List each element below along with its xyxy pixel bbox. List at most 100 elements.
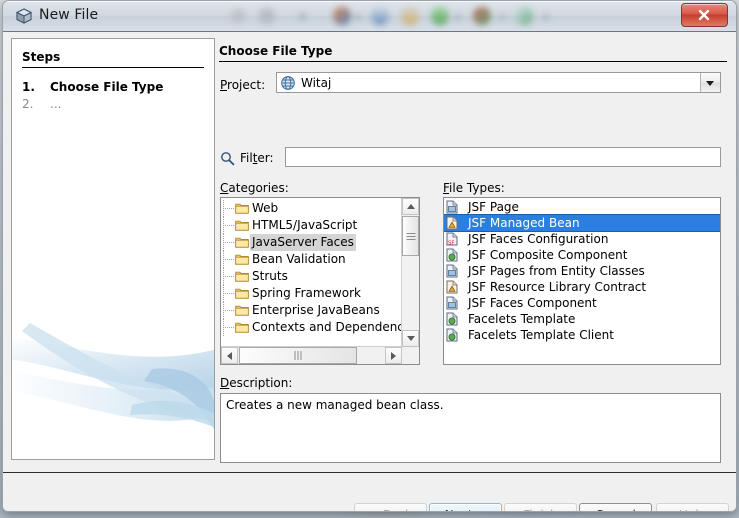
list-item-label: JSF Composite Component xyxy=(468,248,628,262)
list-item[interactable]: JSF JSF Faces Configuration xyxy=(444,231,720,247)
list-item[interactable]: Spring Framework xyxy=(221,285,402,302)
glass-blur-icon xyxy=(299,13,306,20)
scroll-right-button[interactable] xyxy=(385,347,402,364)
file-types-label: File Types: xyxy=(443,181,505,195)
project-value: Witaj xyxy=(301,76,332,90)
folder-icon xyxy=(235,321,249,338)
step-label: ... xyxy=(50,97,62,111)
next-button[interactable]: Next > xyxy=(429,503,502,511)
list-item-label: JSF Faces Configuration xyxy=(468,232,609,246)
list-item[interactable]: Bean Validation xyxy=(221,251,402,268)
tree-line xyxy=(223,310,235,311)
tree-line xyxy=(223,242,235,243)
step-number: 1. xyxy=(22,80,35,94)
list-item-label: Web xyxy=(252,201,279,215)
list-item[interactable]: JSF Composite Component xyxy=(444,247,720,263)
categories-list-items: Web HTML5/JavaScript JavaServer Faces Be… xyxy=(221,198,402,347)
list-item-label: Facelets Template Client xyxy=(468,328,614,342)
list-item[interactable]: Enterprise JavaBeans xyxy=(221,302,402,319)
close-icon xyxy=(698,9,710,21)
glass-blur-icon xyxy=(401,7,419,25)
list-item-label: Bean Validation xyxy=(252,252,346,266)
decorative-swoosh xyxy=(12,323,214,429)
chevron-left-icon xyxy=(227,352,232,360)
list-item-selected[interactable]: JSF Managed Bean xyxy=(444,214,720,232)
cube-icon xyxy=(15,7,33,25)
cancel-button-label: Cancel xyxy=(595,508,636,511)
scroll-down-button[interactable] xyxy=(402,330,419,347)
description-label: Description: xyxy=(220,376,293,390)
grip-icon xyxy=(294,349,302,363)
title-bar: New File xyxy=(3,1,736,32)
list-item-label: Facelets Template xyxy=(468,312,576,326)
grip-icon xyxy=(406,229,415,243)
chevron-up-icon xyxy=(407,204,415,209)
glass-blur-icon xyxy=(455,14,461,20)
categories-list[interactable]: Web HTML5/JavaScript JavaServer Faces Be… xyxy=(220,197,420,365)
list-item[interactable]: Contexts and Dependenc xyxy=(221,319,402,336)
tree-line xyxy=(223,208,235,209)
back-button-label: < Back xyxy=(369,508,412,511)
list-item-label: Enterprise JavaBeans xyxy=(252,303,380,317)
glass-blur-icon xyxy=(499,14,505,20)
project-label: Project: xyxy=(220,78,266,92)
categories-horizontal-scrollbar[interactable] xyxy=(221,346,402,364)
list-item[interactable]: HTML5/JavaScript xyxy=(221,217,402,234)
finish-button-label: Finish xyxy=(523,508,557,511)
tree-line xyxy=(223,225,235,226)
list-item-label: Struts xyxy=(252,269,288,283)
categories-label: Categories: xyxy=(220,181,289,195)
cancel-button[interactable]: Cancel xyxy=(579,503,652,511)
dialog-body: Steps 1. Choose File Type 2. ... Choose … xyxy=(3,32,736,511)
scroll-left-button[interactable] xyxy=(221,347,238,364)
list-item-label: JSF Managed Bean xyxy=(468,216,580,230)
list-item-label: Contexts and Dependenc xyxy=(252,320,402,334)
glass-blur-icon xyxy=(473,7,491,25)
next-button-label: Next > xyxy=(445,508,487,511)
glass-blur-icon xyxy=(515,7,533,25)
list-item[interactable]: JSF Resource Library Contract xyxy=(444,279,720,295)
list-item[interactable]: JSF Pages from Entity Classes xyxy=(444,263,720,279)
tree-line xyxy=(223,327,235,328)
list-item[interactable]: Web xyxy=(221,200,402,217)
list-item[interactable]: JSF Faces Component xyxy=(444,295,720,311)
glass-blur-icon xyxy=(355,14,361,20)
search-icon xyxy=(220,151,235,169)
jsf-composite-icon xyxy=(445,328,459,346)
list-item-selected[interactable]: JavaServer Faces xyxy=(221,234,402,251)
filter-input[interactable] xyxy=(285,147,721,167)
content-panel: Choose File Type Project: Witaj Filter: … xyxy=(219,38,729,463)
list-item-label: JSF Faces Component xyxy=(468,296,597,310)
categories-vertical-scrollbar[interactable] xyxy=(401,198,419,347)
glass-blur-icon xyxy=(259,8,275,24)
help-button-label: Help xyxy=(679,508,706,511)
scroll-up-button[interactable] xyxy=(402,198,419,215)
list-item[interactable]: Facelets Template xyxy=(444,311,720,327)
glass-blur-icon xyxy=(431,7,449,25)
step-label: Choose File Type xyxy=(50,80,164,94)
project-combobox[interactable]: Witaj xyxy=(276,72,721,93)
list-item-label: JavaServer Faces xyxy=(250,234,356,251)
chevron-down-icon[interactable] xyxy=(700,73,720,92)
list-item[interactable]: Struts xyxy=(221,268,402,285)
button-bar: < Back Next > Finish Cancel Help xyxy=(3,473,736,511)
list-item[interactable]: Facelets Template Client xyxy=(444,327,720,343)
scrollbar-thumb[interactable] xyxy=(402,216,419,256)
file-types-list[interactable]: JSF Page JSF Managed Bean JSF JSF Faces … xyxy=(443,197,721,365)
glass-blur-icon xyxy=(371,7,389,25)
description-box: Creates a new managed bean class. xyxy=(220,393,721,463)
finish-button[interactable]: Finish xyxy=(504,503,577,511)
chevron-down-icon xyxy=(407,336,415,341)
list-item-label: Spring Framework xyxy=(252,286,361,300)
back-button[interactable]: < Back xyxy=(354,503,427,511)
list-item[interactable]: JSF Page xyxy=(444,199,720,215)
chevron-right-icon xyxy=(391,352,396,360)
tree-line xyxy=(223,259,235,260)
glass-blur-icon xyxy=(543,14,549,20)
scrollbar-thumb[interactable] xyxy=(239,347,357,364)
description-text: Creates a new managed bean class. xyxy=(226,398,444,412)
steps-heading: Steps xyxy=(22,50,204,68)
help-button[interactable]: Help xyxy=(656,503,729,511)
new-file-dialog: New File Steps 1. Choose File Type 2. ..… xyxy=(2,0,737,512)
close-button[interactable] xyxy=(681,3,728,27)
